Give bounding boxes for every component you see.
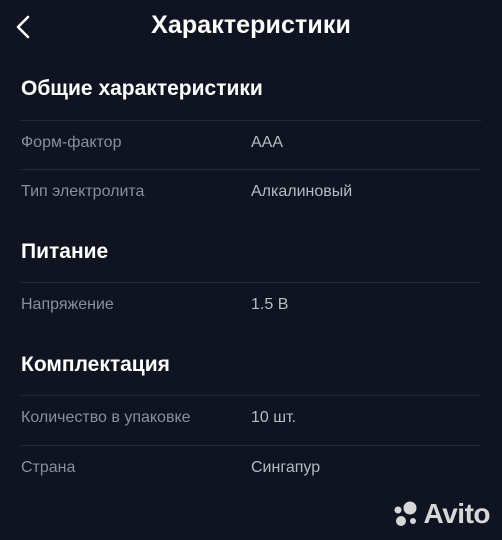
section-title-power: Питание [21,240,109,263]
spec-row-electrolyte-type: Тип электролита Алкалиновый [21,169,481,218]
section-title-general: Общие характеристики [21,77,263,100]
spec-label: Тип электролита [21,183,145,200]
spec-label: Страна [21,459,76,476]
spec-row-quantity: Количество в упаковке 10 шт. [21,395,481,444]
header: Характеристики [0,0,502,56]
spec-row-form-factor: Форм-фактор AAA [21,120,481,169]
spec-row-country: Страна Сингапур [21,445,481,494]
avito-watermark: Avito [390,498,491,530]
spec-label: Количество в упаковке [21,409,191,426]
spec-value: Сингапур [251,459,321,476]
spec-value: 10 шт. [251,409,297,426]
section-title-package: Комплектация [21,353,170,376]
spec-value: 1.5 В [251,296,289,313]
watermark-text: Avito [423,498,491,529]
spec-label: Форм-фактор [21,134,122,151]
characteristics-page: Характеристики Общие характеристики Форм… [0,0,502,540]
spec-value: AAA [251,134,284,151]
page-title: Характеристики [151,11,351,39]
avito-logo-icon [394,501,417,526]
spec-label: Напряжение [21,296,114,313]
spec-value: Алкалиновый [251,183,353,200]
spec-row-voltage: Напряжение 1.5 В [21,282,481,331]
